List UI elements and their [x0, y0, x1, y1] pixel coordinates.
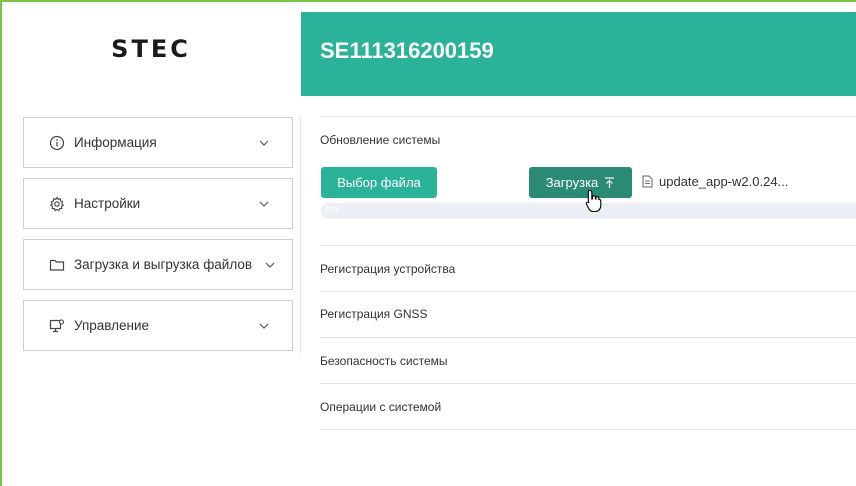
chevron-down-icon	[258, 320, 270, 332]
upload-button-label: Загрузка	[545, 175, 599, 190]
progress-text: 0%	[325, 205, 340, 216]
sidebar-item-management[interactable]: Управление	[23, 300, 293, 351]
upload-icon	[604, 176, 615, 189]
file-name-text: update_app-w2.0.24...	[659, 174, 789, 189]
folder-icon	[48, 256, 66, 274]
sidebar-item-label: Управление	[74, 318, 150, 333]
section-device-registration[interactable]: Регистрация устройства	[320, 262, 455, 276]
select-file-button[interactable]: Выбор файла	[321, 167, 437, 198]
section-system-operations[interactable]: Операции с системой	[320, 400, 441, 414]
system-update-title: Обновление системы	[320, 133, 441, 147]
sidebar-item-label: Настройки	[74, 196, 141, 211]
sidebar-item-file-transfer[interactable]: Загрузка и выгрузка файлов	[23, 239, 293, 290]
sidebar-item-label: Загрузка и выгрузка файлов	[74, 257, 253, 272]
monitor-settings-icon	[48, 317, 66, 335]
sidebar-item-label: Информация	[74, 135, 157, 150]
header-bar: SE111316200159	[301, 12, 856, 96]
divider	[320, 291, 856, 292]
hand-cursor-icon	[585, 189, 602, 213]
section-system-security[interactable]: Безопасность системы	[320, 354, 448, 368]
sidebar-divider	[300, 117, 301, 353]
divider	[320, 383, 856, 384]
sidebar: STEC Информация Настройки Загрузка и выг…	[2, 2, 300, 484]
gear-icon	[48, 195, 66, 213]
section-gnss-registration[interactable]: Регистрация GNSS	[320, 307, 428, 321]
divider	[320, 245, 856, 246]
info-icon	[48, 134, 66, 152]
document-icon	[642, 175, 653, 188]
logo: STEC	[111, 35, 191, 63]
chevron-down-icon	[264, 259, 276, 271]
upload-button[interactable]: Загрузка	[529, 167, 632, 198]
device-id-title: SE111316200159	[320, 38, 494, 63]
chevron-down-icon	[258, 198, 270, 210]
divider	[320, 116, 856, 117]
chevron-down-icon	[258, 137, 270, 149]
divider	[320, 337, 856, 338]
selected-file: update_app-w2.0.24...	[642, 174, 788, 189]
sidebar-item-information[interactable]: Информация	[23, 117, 293, 168]
sidebar-item-settings[interactable]: Настройки	[23, 178, 293, 229]
divider	[320, 429, 856, 430]
